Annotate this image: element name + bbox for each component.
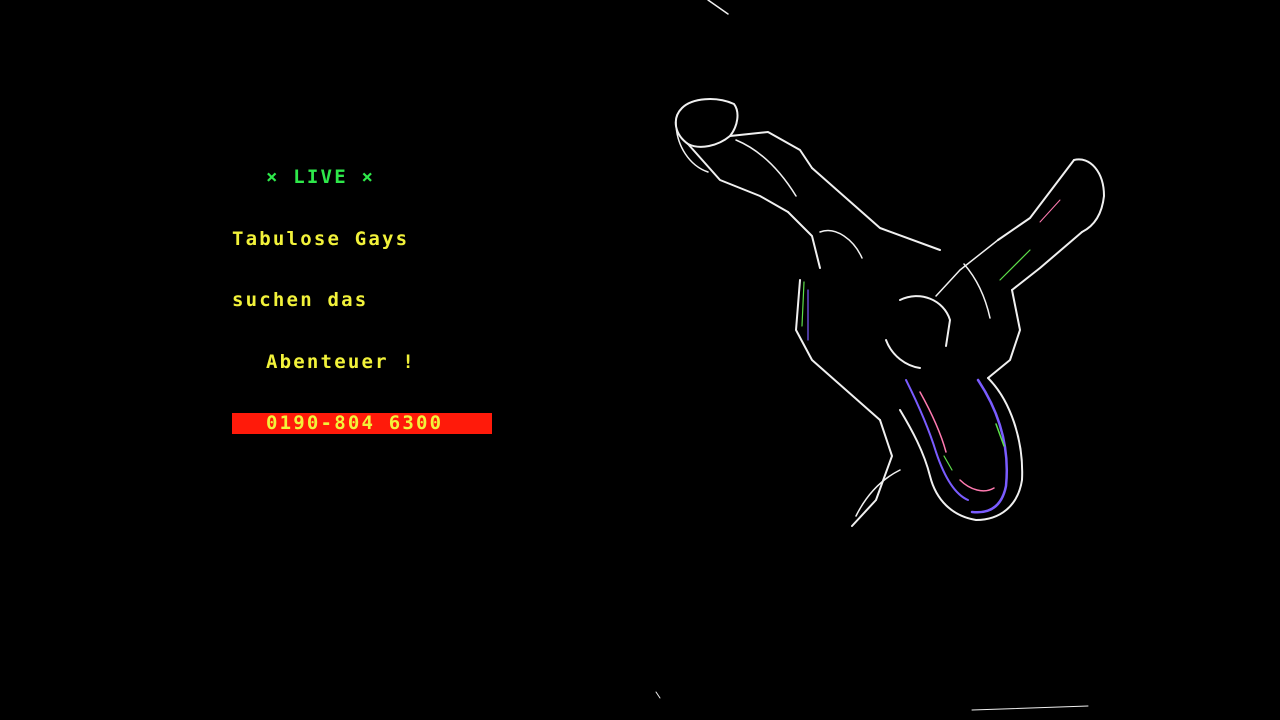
ad-line-3: Abenteuer ! (266, 350, 417, 373)
ad-line-2: suchen das (232, 289, 369, 311)
live-header: × LIVE × (232, 167, 492, 188)
live-marker-left: × (266, 166, 280, 188)
ad-line-1: Tabulose Gays (232, 227, 410, 250)
live-marker-right: × (361, 166, 376, 188)
live-label: LIVE (293, 166, 348, 188)
phone-number: 0190-804 6300 (232, 413, 492, 434)
teletext-screen: × LIVE × Tabulose Gays suchen das Abente… (0, 0, 1280, 720)
edge-filtered-bottle-and-hand-image (655, 0, 1105, 711)
teletext-ad-block: × LIVE × Tabulose Gays suchen das Abente… (232, 126, 492, 475)
